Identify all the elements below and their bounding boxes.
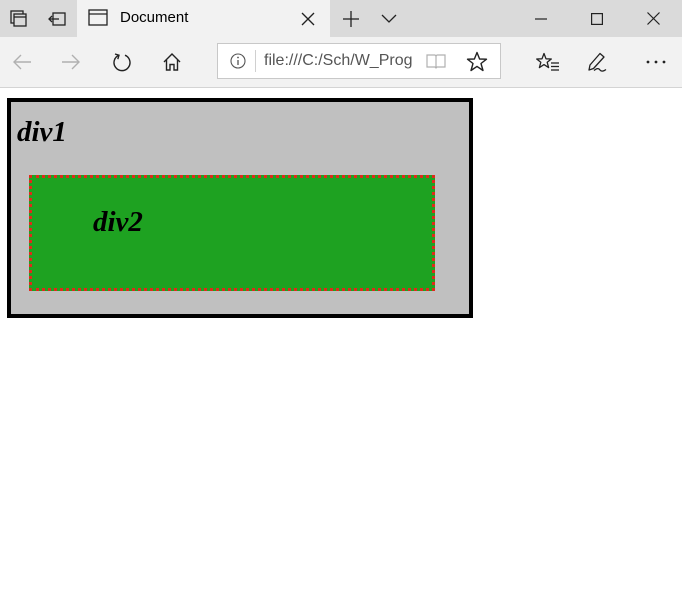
star-icon [466, 51, 488, 71]
title-bar: Document [0, 0, 682, 37]
tab-document[interactable]: Document [77, 0, 330, 37]
close-icon [646, 12, 660, 25]
div2-label: div2 [93, 206, 143, 238]
chevron-down-icon [381, 14, 397, 23]
more-button[interactable] [638, 37, 674, 87]
navigation-bar: file:///C:/Sch/W_Prog [0, 37, 682, 88]
div1-box: div1 div2 [7, 98, 473, 318]
minimize-button[interactable] [518, 0, 564, 37]
info-icon[interactable] [230, 53, 246, 69]
tab-groups-button[interactable] [0, 0, 37, 37]
page-content: div1 div2 [0, 88, 682, 612]
close-tab-button[interactable] [297, 8, 319, 30]
favorites-button[interactable] [530, 37, 566, 87]
add-favorite-button[interactable] [460, 44, 494, 78]
refresh-button[interactable] [104, 37, 140, 87]
reading-view-icon [426, 54, 446, 69]
tabs-aside-icon [48, 11, 66, 26]
favorites-list-icon [536, 52, 559, 71]
web-notes-button[interactable] [579, 37, 615, 87]
reading-view-button[interactable] [419, 44, 453, 78]
div2-box: div2 [29, 175, 435, 291]
home-button[interactable] [154, 37, 190, 87]
pen-icon [588, 52, 607, 72]
maximize-icon [591, 12, 603, 25]
div1-label: div1 [17, 116, 67, 148]
close-window-button[interactable] [630, 0, 676, 37]
tab-groups-icon [9, 9, 27, 27]
minimize-icon [535, 17, 547, 20]
forward-button[interactable] [53, 37, 89, 87]
address-separator [255, 50, 256, 72]
home-icon [163, 53, 181, 71]
new-tab-button[interactable] [334, 0, 368, 37]
plus-icon [343, 10, 359, 27]
back-button[interactable] [4, 37, 40, 87]
arrow-right-icon [62, 54, 80, 70]
address-bar[interactable]: file:///C:/Sch/W_Prog [217, 43, 501, 79]
page-icon [88, 9, 108, 26]
close-icon [301, 12, 315, 26]
refresh-icon [113, 53, 131, 72]
arrow-left-icon [13, 54, 31, 70]
set-tabs-aside-button[interactable] [38, 0, 76, 37]
tab-title: Document [120, 9, 189, 26]
tab-preview-button[interactable] [372, 0, 406, 37]
more-icon [646, 60, 666, 64]
maximize-button[interactable] [574, 0, 620, 37]
address-url[interactable]: file:///C:/Sch/W_Prog [264, 52, 413, 70]
